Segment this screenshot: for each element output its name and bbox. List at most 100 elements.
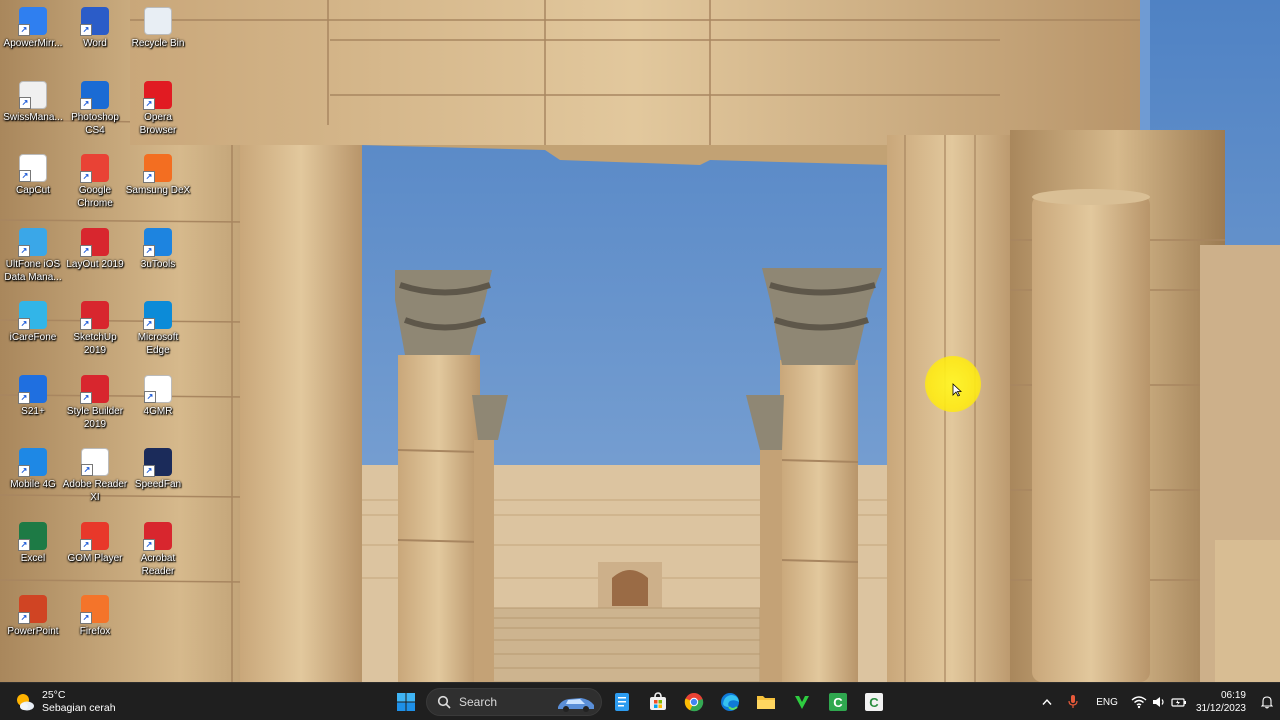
- desktop-icon-layout[interactable]: ↗ LayOut 2019: [62, 223, 128, 295]
- quick-settings-button[interactable]: [1128, 683, 1190, 721]
- acrobat-icon: ↗: [143, 521, 172, 551]
- desktop-icon-swissmanager[interactable]: ↗ SwissMana...: [0, 76, 66, 148]
- folder-icon: [757, 696, 775, 709]
- swissmanager-icon: ↗: [19, 80, 47, 109]
- desktop-wallpaper: [0, 0, 1280, 682]
- shortcut-arrow-icon: ↗: [18, 465, 30, 477]
- desktop-icon-s21[interactable]: ↗ S21+: [0, 370, 66, 442]
- start-button[interactable]: [388, 686, 424, 718]
- capcut-icon: ↗: [19, 154, 47, 182]
- desktop-icon-sketchup[interactable]: ↗ SketchUp 2019: [62, 296, 128, 368]
- taskbar-notepad[interactable]: [604, 686, 640, 718]
- desktop-icon-photoshop[interactable]: ↗ Photoshop CS4: [62, 76, 128, 148]
- desktop-icon-capcut[interactable]: ↗ CapCut: [0, 149, 66, 221]
- desktop-icon-gom-player[interactable]: ↗ GOM Player: [62, 517, 128, 589]
- desktop-icon-opera[interactable]: ↗ Opera Browser: [125, 76, 191, 148]
- show-hidden-icons-button[interactable]: [1034, 683, 1060, 721]
- bell-icon: [1261, 696, 1273, 709]
- shortcut-arrow-icon: ↗: [18, 318, 30, 330]
- shortcut-arrow-icon: ↗: [143, 244, 155, 257]
- word-icon: ↗: [80, 7, 109, 36]
- opera-icon: ↗: [143, 80, 172, 110]
- file-icon: ↗: [81, 448, 109, 476]
- firefox-icon: ↗: [80, 595, 109, 624]
- shortcut-arrow-icon: ↗: [80, 244, 92, 257]
- language-indicator[interactable]: ENG: [1086, 683, 1128, 721]
- desktop-icon-label: Photoshop CS4: [71, 111, 119, 136]
- desktop-icon-word[interactable]: ↗ Word: [62, 2, 128, 74]
- desktop-icon-label: SwissMana...: [3, 111, 63, 123]
- desktop-icon-label: Opera Browser: [139, 111, 177, 136]
- taskbar-search-box[interactable]: Search: [426, 688, 602, 716]
- speedfan-icon: ↗: [143, 448, 172, 477]
- shortcut-arrow-icon: ↗: [80, 171, 92, 183]
- desktop-icon-file[interactable]: ↗ 4GMR: [125, 370, 191, 442]
- taskbar-green-app[interactable]: [784, 686, 820, 718]
- notifications-button[interactable]: [1254, 683, 1280, 721]
- desktop-icon-edge[interactable]: ↗ Microsoft Edge: [125, 296, 191, 368]
- 3utools-icon: ↗: [143, 227, 172, 257]
- desktop-icon-label: ApowerMirr...: [3, 38, 63, 49]
- desktop-icon-label: Mobile 4G: [10, 479, 56, 490]
- shortcut-arrow-icon: ↗: [18, 612, 30, 624]
- desktop-icon-label: Google Chrome: [77, 185, 113, 209]
- desktop-icon-label: Word: [83, 38, 107, 49]
- desktop-icon-label: SketchUp 2019: [73, 332, 117, 356]
- desktop-icon-label: PowerPoint: [7, 626, 59, 637]
- desktop-icon-style-builder[interactable]: ↗ Style Builder 2019: [62, 370, 128, 442]
- search-placeholder: Search: [459, 695, 498, 709]
- desktop-icon-powerpoint[interactable]: ↗ PowerPoint: [0, 590, 66, 662]
- desktop-icon-apowermirror[interactable]: ↗ ApowerMirr...: [0, 2, 66, 74]
- desktop-icon-speedfan[interactable]: ↗ SpeedFan: [125, 443, 191, 515]
- shortcut-arrow-icon: ↗: [143, 171, 155, 183]
- desktop-icon-mobile-4g[interactable]: ↗ Mobile 4G: [0, 443, 66, 515]
- desktop-icon-3utools[interactable]: ↗ 3uTools: [125, 223, 191, 295]
- desktop-icon-recycle-bin[interactable]: Recycle Bin: [125, 2, 191, 74]
- desktop-icon-samsung-dex[interactable]: ↗ Samsung DeX: [125, 149, 191, 221]
- desktop-icon-icarefone[interactable]: ↗ iCareFone: [0, 296, 66, 368]
- wifi-icon: [1131, 696, 1147, 709]
- shortcut-arrow-icon: ↗: [18, 24, 30, 36]
- shortcut-arrow-icon: ↗: [19, 96, 31, 109]
- desktop-icon-acrobat[interactable]: ↗ Acrobat Reader: [125, 517, 191, 589]
- green-app-icon: [795, 696, 809, 709]
- desktop-icon-label: GOM Player: [67, 552, 123, 564]
- gom-player-icon: ↗: [80, 521, 109, 551]
- desktop-icon-label: UltFone iOS Data Mana...: [4, 258, 62, 283]
- samsung-dex-icon: ↗: [143, 154, 172, 183]
- weather-widget[interactable]: 25°C Sebagian cerah: [14, 687, 116, 717]
- shortcut-arrow-icon: ↗: [80, 97, 92, 110]
- search-highlight-car-icon: [558, 698, 594, 712]
- taskbar: 25°C Sebagian cerah Search C C ENG 06:19…: [0, 682, 1280, 720]
- taskbar-clock[interactable]: 06:19 31/12/2023: [1190, 683, 1254, 721]
- shortcut-arrow-icon: ↗: [80, 612, 92, 624]
- clock-time: 06:19: [1220, 690, 1246, 701]
- taskbar-camtasia-white[interactable]: C: [856, 686, 892, 718]
- desktop-icon-label: Samsung DeX: [125, 185, 191, 196]
- desktop-icon-ultfone[interactable]: ↗ UltFone iOS Data Mana...: [0, 223, 66, 295]
- taskbar-store[interactable]: [640, 686, 676, 718]
- desktop-icon-label: Style Builder 2019: [66, 405, 124, 430]
- shortcut-arrow-icon: ↗: [143, 318, 155, 330]
- desktop-icon-label: iCareFone: [9, 332, 57, 343]
- taskbar-camtasia-green[interactable]: C: [820, 686, 856, 718]
- taskbar-file-explorer[interactable]: [748, 686, 784, 718]
- file-icon: ↗: [144, 374, 172, 403]
- icarefone-icon: ↗: [18, 301, 47, 330]
- camtasia-white-icon: C: [865, 693, 883, 711]
- microphone-button[interactable]: [1060, 683, 1086, 721]
- taskbar-apps: Search C C: [388, 686, 892, 718]
- sketchup-icon: ↗: [80, 301, 109, 330]
- store-icon: [650, 692, 666, 710]
- desktop-icon-label: 3uTools: [140, 258, 176, 270]
- desktop-icon-label: Adobe Reader XI: [62, 479, 128, 503]
- taskbar-chrome[interactable]: [676, 686, 712, 718]
- windows-logo-icon: [397, 693, 415, 711]
- taskbar-edge[interactable]: [712, 686, 748, 718]
- desktop-icon-chrome[interactable]: ↗ Google Chrome: [62, 149, 128, 221]
- desktop-icon-firefox[interactable]: ↗ Firefox: [62, 590, 128, 662]
- desktop-icon-excel[interactable]: ↗ Excel: [0, 517, 66, 589]
- desktop-icon-file[interactable]: ↗ Adobe Reader XI: [62, 443, 128, 515]
- desktop-icon-label: Acrobat Reader: [140, 552, 176, 577]
- desktop-icon-label: 4GMR: [143, 405, 173, 417]
